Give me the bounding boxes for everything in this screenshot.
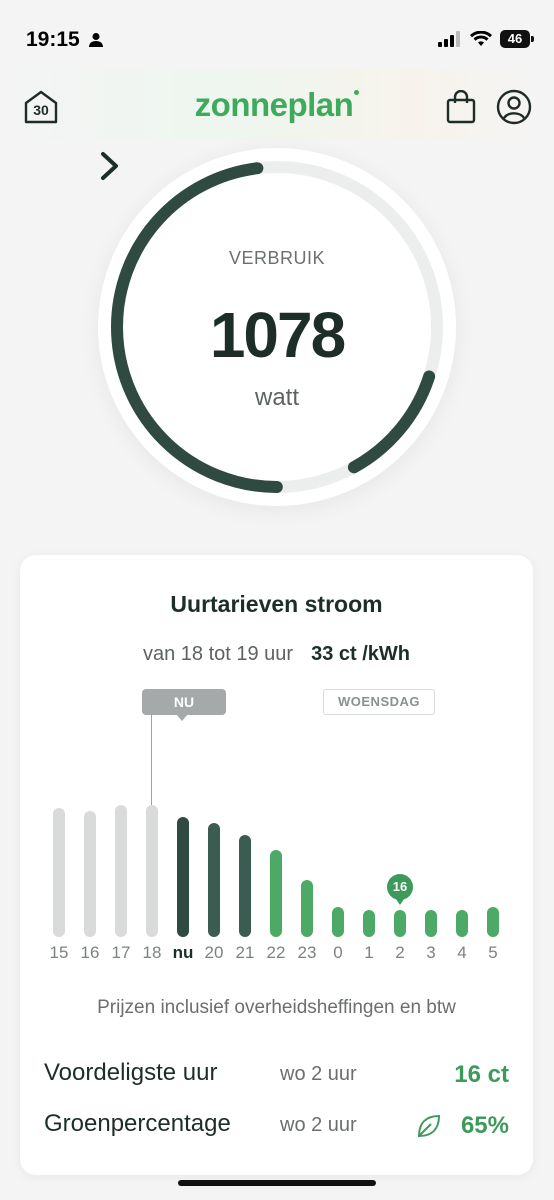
rate-range: van 18 tot 19 uur: [142, 643, 294, 665]
bar-label: 2: [395, 943, 405, 962]
price-bar[interactable]: [146, 805, 158, 937]
rate-price: 33 ct /kWh: [311, 643, 411, 665]
bar-label: 20: [204, 943, 224, 962]
signal-icon: [438, 31, 460, 47]
shopping-bag-icon[interactable]: [446, 90, 476, 124]
price-bar[interactable]: [177, 817, 189, 937]
gauge-value: 1078: [209, 299, 346, 371]
price-bar[interactable]: [270, 850, 282, 937]
leaf-icon: [417, 1114, 441, 1138]
home-indicator[interactable]: [178, 1180, 376, 1186]
price-bar[interactable]: [394, 910, 406, 937]
bar-label: 23: [297, 943, 317, 962]
chevron-right-icon: [101, 152, 118, 180]
price-bar[interactable]: [53, 808, 65, 937]
price-bar[interactable]: [456, 910, 468, 937]
cheapest-hour-price: 16 ct: [454, 1061, 509, 1088]
logo-dot: [354, 90, 360, 95]
price-bar[interactable]: [332, 907, 344, 937]
green-percentage-label: Groenpercentage: [44, 1110, 231, 1137]
user-circle-icon[interactable]: [496, 89, 532, 125]
price-bar[interactable]: [208, 823, 220, 937]
price-bar[interactable]: [239, 835, 251, 937]
price-bar[interactable]: [487, 907, 499, 937]
price-note: Prijzen inclusief overheidsheffingen en …: [97, 997, 456, 1018]
green-percentage-value: 65%: [460, 1112, 509, 1139]
bar-label: 21: [235, 943, 255, 962]
battery-icon: 46: [500, 30, 534, 48]
green-percentage-time: wo 2 uur: [280, 1114, 357, 1136]
bar-label: 3: [426, 943, 436, 962]
bar-label: 22: [266, 943, 286, 962]
price-bar[interactable]: [115, 805, 127, 937]
card-title: Uurtarieven stroom: [170, 591, 383, 617]
logo-text: zonneplan: [194, 86, 354, 123]
price-bar[interactable]: [301, 880, 313, 937]
day-tag: WOENSDAG: [323, 689, 435, 715]
bar-label: 1: [364, 943, 374, 962]
gauge-unit: watt: [254, 384, 299, 411]
app-header: 30 zonneplan: [0, 70, 554, 140]
cheapest-hour-label: Voordeligste uur: [44, 1059, 218, 1086]
status-indicators: 46: [438, 30, 534, 48]
bar-label: 5: [488, 943, 498, 962]
usage-gauge[interactable]: VERBRUIK 1078 watt: [98, 148, 456, 506]
price-bar[interactable]: [425, 910, 437, 937]
gauge-label: VERBRUIK: [228, 248, 326, 268]
cheapest-badge: 16: [387, 874, 413, 905]
now-tag: NU: [142, 689, 226, 721]
bar-label: 18: [142, 943, 162, 962]
current-rate: van 18 tot 19 uur 33 ct /kWh: [20, 643, 533, 666]
person-icon: [89, 33, 103, 47]
bar-label: 0: [333, 943, 343, 962]
status-time: 19:15: [26, 28, 80, 51]
price-bar[interactable]: [363, 910, 375, 937]
bar-label: 17: [111, 943, 131, 962]
bar-label: 15: [49, 943, 69, 962]
bar-label: 16: [80, 943, 100, 962]
price-bar[interactable]: [84, 811, 96, 937]
wifi-icon: [470, 31, 492, 46]
bar-label: nu: [172, 943, 194, 962]
status-bar: 19:15 46: [0, 0, 554, 80]
hourly-rates-card: Uurtarieven stroom van 18 tot 19 uur 33 c…: [20, 555, 533, 1175]
cheapest-hour-time: wo 2 uur: [280, 1063, 357, 1085]
bar-label: 4: [457, 943, 467, 962]
